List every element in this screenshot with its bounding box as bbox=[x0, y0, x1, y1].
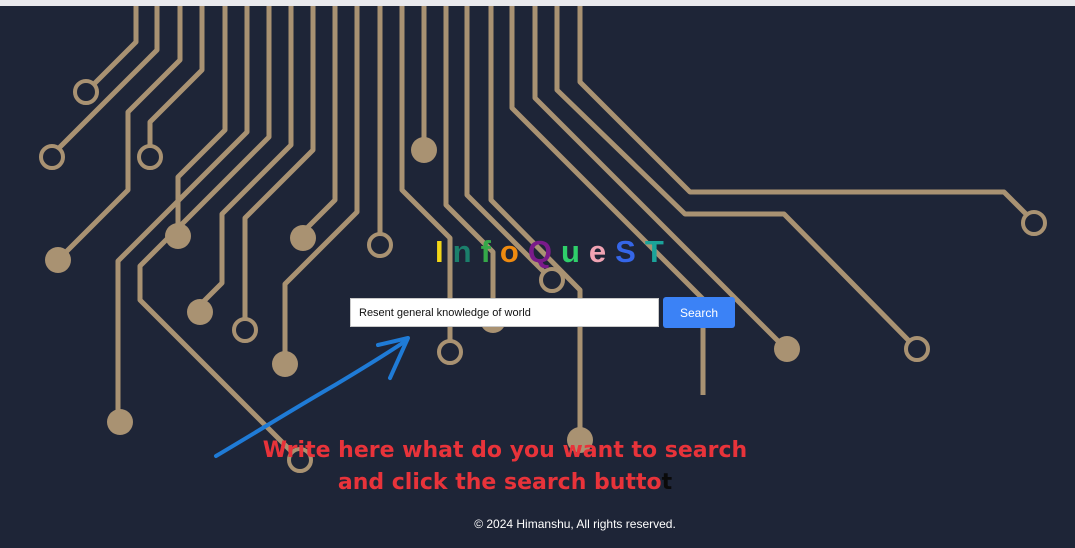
search-input[interactable] bbox=[350, 298, 659, 327]
site-logo: InfoQueST bbox=[435, 234, 673, 270]
logo-letter: o bbox=[499, 234, 528, 269]
instruction-line-2: and click the search buttot bbox=[240, 467, 770, 499]
logo-letter: S bbox=[615, 234, 645, 269]
logo-letter: e bbox=[588, 234, 616, 269]
instruction-line-2-text: and click the search butto bbox=[337, 470, 662, 495]
logo-letter: f bbox=[480, 234, 500, 269]
instruction-line-2-last-letter: t bbox=[661, 470, 673, 495]
logo-letter: I bbox=[435, 234, 453, 269]
logo-letter: T bbox=[644, 234, 673, 269]
instruction-line-1: Write here what do you want to search bbox=[262, 438, 748, 463]
logo-letter: n bbox=[452, 234, 481, 269]
logo-letter: Q bbox=[527, 234, 561, 269]
footer-copyright: © 2024 Himanshu, All rights reserved. bbox=[474, 517, 676, 531]
logo-letter: u bbox=[560, 234, 589, 269]
instruction-annotation: Write here what do you want to search an… bbox=[240, 435, 770, 499]
search-button[interactable]: Search bbox=[663, 297, 735, 328]
